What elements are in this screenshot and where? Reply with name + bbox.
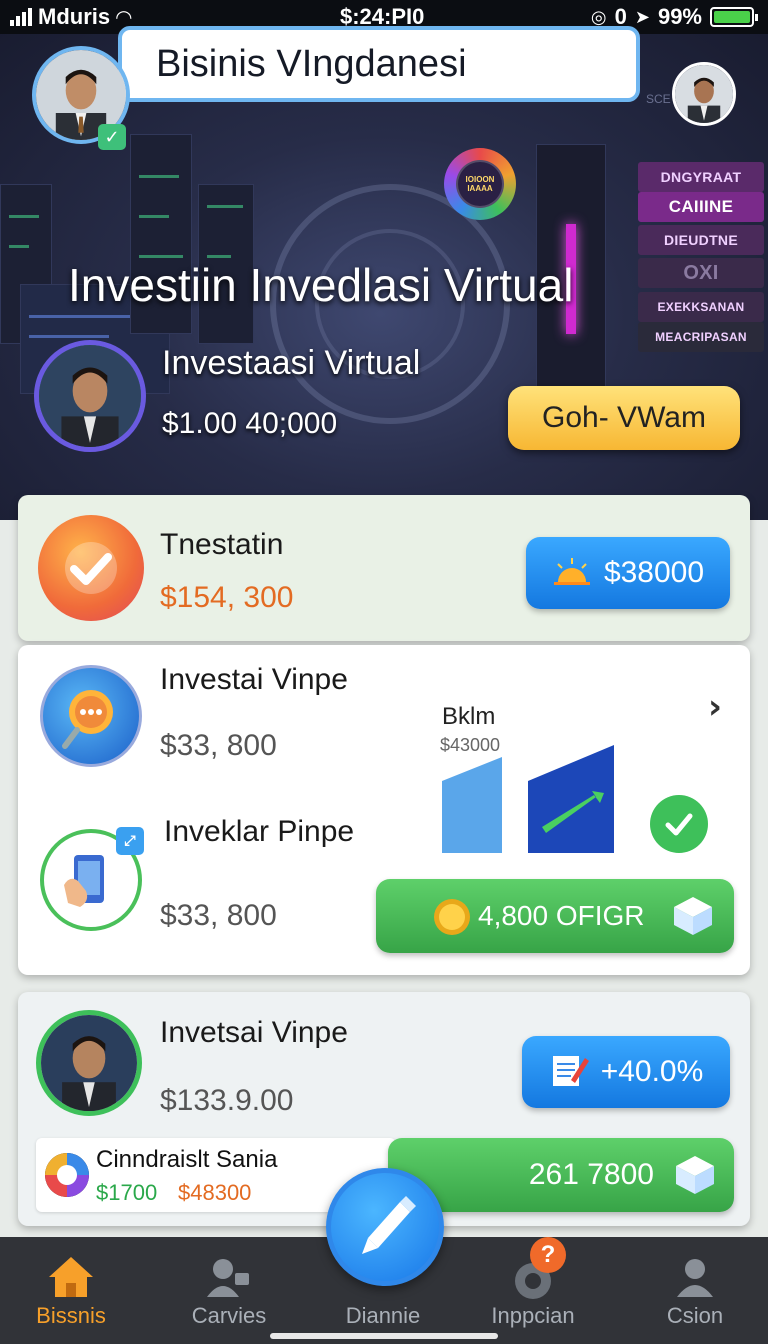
nav-item-carvies[interactable]: Carvies — [154, 1237, 304, 1344]
carrier-name: Mduris — [38, 4, 111, 29]
sub-item-amount-orange: $48300 — [178, 1180, 252, 1205]
profile-avatar-right[interactable] — [672, 62, 736, 126]
hero-amount: $1.00 40;000 — [162, 407, 338, 440]
nav-label-carvies: Carvies — [191, 1303, 267, 1328]
colorful-swirl-icon — [42, 1150, 92, 1205]
checkmark-badge-icon — [38, 515, 144, 621]
mini-bar-chart — [442, 745, 614, 853]
battery-level — [714, 11, 750, 23]
hero-subtitle: Investaasi Virtual — [162, 344, 421, 382]
alarm-icon: ◎ — [590, 6, 607, 28]
nav-label-diannie: Diannie — [345, 1303, 421, 1328]
verified-check-icon: ✓ — [98, 124, 126, 150]
sub-item-label: Cinndraislt Sania — [96, 1146, 278, 1173]
hero-cta-button[interactable]: Goh- VWam — [508, 386, 740, 450]
chevron-right-icon[interactable]: › — [708, 687, 722, 727]
card3-label: Invetsai Vinpe — [160, 1016, 348, 1049]
app-title: Bisinis VIngdanesi — [156, 42, 467, 85]
help-badge: ? — [530, 1237, 566, 1273]
card2-pill-label: 4,800 OFIGR — [478, 900, 645, 931]
nav-item-csion[interactable]: Csion — [620, 1237, 768, 1344]
sub-item-amount-green: $1700 — [96, 1180, 158, 1205]
compose-fab-button[interactable] — [326, 1168, 444, 1286]
side-panel-5: EXEKKSANAN — [638, 292, 764, 322]
investment-card-1[interactable]: Tnestatin $154, 300 $38000 — [18, 495, 750, 641]
nav-item-bissnis[interactable]: Bissnis — [0, 1237, 146, 1344]
card1-label: Tnestatin — [160, 528, 284, 561]
pen-icon — [350, 1190, 420, 1265]
side-panel-4: OXI — [638, 258, 764, 288]
investment-card-2[interactable]: Investai Vinpe $33, 800 Bklm $43000 › ⤢ … — [18, 645, 750, 975]
corner-text: SCE — [646, 92, 671, 106]
card1-value-button[interactable]: $38000 — [526, 537, 730, 609]
person-camera-icon — [203, 1251, 255, 1303]
share-badge-icon: ⤢ — [116, 827, 144, 855]
nav-label-inppcian: Inppcian — [491, 1303, 575, 1328]
card2-row2-amount: $33, 800 — [160, 899, 277, 932]
card2-row2-label: Inveklar Pinpe — [164, 815, 355, 848]
home-icon — [45, 1251, 97, 1303]
card3-pill-label: +40.0% — [600, 1055, 704, 1088]
nav-item-inppcian[interactable]: ? Inppcian — [458, 1237, 608, 1344]
box-icon — [672, 1152, 718, 1203]
sunrise-icon — [552, 556, 592, 591]
app-title-bar[interactable]: Bisinis VIngdanesi — [118, 26, 640, 102]
card3-amount: $133.9.00 — [160, 1084, 294, 1117]
card3-growth-button[interactable]: +40.0% — [522, 1036, 730, 1108]
gear-emblem-icon: IOIOON IAAAA — [444, 148, 516, 220]
profile-icon — [669, 1251, 721, 1303]
mini-chart-title: Bklm — [442, 703, 496, 730]
card1-pill-label: $38000 — [603, 556, 705, 589]
search-chat-icon — [40, 665, 142, 767]
hero-avatar — [34, 340, 146, 452]
hero-heading: Investiin Invedlasi Virtual — [68, 259, 574, 311]
nav-label-csion: Csion — [666, 1303, 724, 1328]
card1-amount: $154, 300 — [160, 581, 294, 614]
box-icon — [670, 893, 716, 944]
check-circle-icon — [650, 795, 708, 853]
edit-document-icon — [549, 1050, 589, 1095]
battery-icon — [710, 7, 758, 27]
location-icon: ➤ — [634, 6, 650, 28]
home-indicator[interactable] — [270, 1333, 498, 1339]
card2-row1-amount: $33, 800 — [160, 729, 277, 762]
nav-label-bissnis: Bissnis — [36, 1303, 106, 1328]
side-panel-2: CAIIINE — [638, 192, 764, 222]
signal-icon — [10, 8, 32, 26]
side-panel-6: MEACRIPASAN — [638, 322, 764, 352]
card2-row1-label: Investai Vinpe — [160, 663, 348, 696]
coin-icon — [432, 897, 472, 942]
side-panel-1: DNGYRAAT — [638, 162, 764, 192]
investor-avatar — [36, 1010, 142, 1116]
card2-invest-button[interactable]: 4,800 OFIGR — [376, 879, 734, 953]
side-panel-3: DIEUDTNE — [638, 225, 764, 255]
battery-percent: 99% — [657, 4, 702, 29]
card3-pill2-label: 261 7800 — [528, 1158, 654, 1191]
bar-light-blue — [442, 757, 502, 853]
card3-total-button[interactable]: 261 7800 — [388, 1138, 734, 1212]
